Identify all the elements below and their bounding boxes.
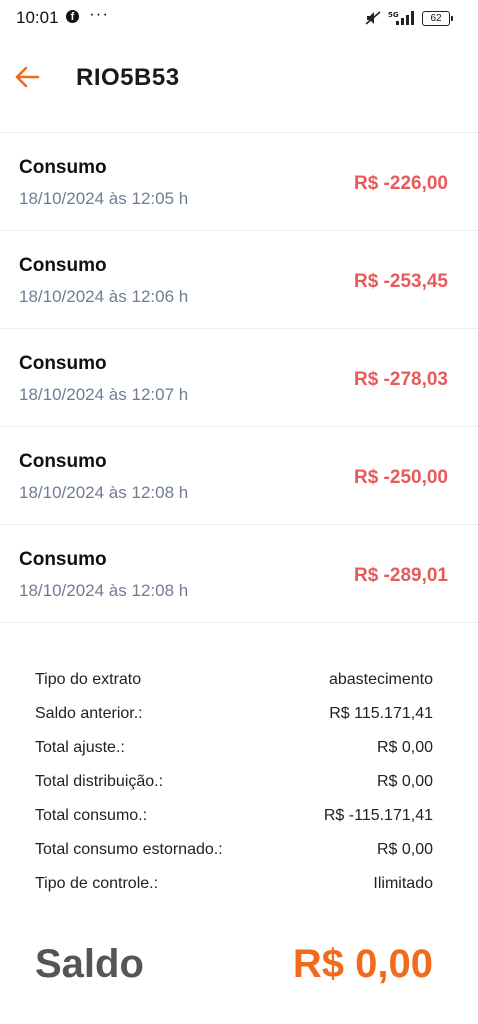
transaction-type: Consumo <box>19 255 107 276</box>
transaction-amount: R$ -253,45 <box>353 271 448 292</box>
summary-value: R$ 0,00 <box>376 739 433 756</box>
summary-row-total-consumption: Total consumo.: R$ -115.171,41 <box>35 804 433 838</box>
transaction-amount: R$ -226,00 <box>353 173 448 194</box>
page-title: RIO5B53 <box>76 64 180 91</box>
summary-row-reversed-consumption: Total consumo estornado.: R$ 0,00 <box>35 838 433 872</box>
transaction-row[interactable]: Consumo 18/10/2024 às 12:06 h R$ -253,45 <box>0 231 478 329</box>
summary-label: Total consumo.: <box>35 807 148 824</box>
transaction-date: 18/10/2024 às 12:07 h <box>19 385 189 404</box>
summary-label: Tipo do extrato <box>35 671 142 688</box>
balance-value: R$ 0,00 <box>292 942 433 986</box>
summary-label: Tipo de controle.: <box>35 875 159 892</box>
facebook-icon: f <box>66 10 79 23</box>
summary-label: Total consumo estornado.: <box>35 841 223 858</box>
transaction-date: 18/10/2024 às 12:08 h <box>19 581 189 600</box>
transaction-type: Consumo <box>19 157 107 178</box>
signal-icon: 5G <box>388 10 416 26</box>
transaction-row[interactable]: Consumo 18/10/2024 às 12:05 h R$ -226,00 <box>0 133 478 231</box>
transaction-date: 18/10/2024 às 12:06 h <box>19 287 189 306</box>
statement-summary: Tipo do extrato abastecimento Saldo ante… <box>35 668 433 906</box>
summary-row-statement-type: Tipo do extrato abastecimento <box>35 668 433 702</box>
mute-icon <box>364 10 382 26</box>
transaction-type: Consumo <box>19 451 107 472</box>
summary-row-previous-balance: Saldo anterior.: R$ 115.171,41 <box>35 702 433 736</box>
transaction-amount: R$ -250,00 <box>353 467 448 488</box>
more-notifications-icon: ··· <box>89 4 109 23</box>
transaction-row[interactable]: Consumo 18/10/2024 às 12:08 h R$ -289,01 <box>0 525 478 623</box>
summary-value: R$ -115.171,41 <box>323 807 433 824</box>
summary-value: R$ 0,00 <box>376 841 433 858</box>
status-time: 10:01 <box>16 8 59 27</box>
summary-value: R$ 0,00 <box>376 773 433 790</box>
back-button[interactable] <box>10 60 44 94</box>
summary-row-total-adjustment: Total ajuste.: R$ 0,00 <box>35 736 433 770</box>
summary-label: Saldo anterior.: <box>35 705 143 722</box>
transaction-type: Consumo <box>19 353 107 374</box>
transaction-amount: R$ -289,01 <box>353 565 448 586</box>
network-label: 5G <box>388 11 399 19</box>
battery-icon: 62 <box>422 10 453 26</box>
summary-row-control-type: Tipo de controle.: Ilimitado <box>35 872 433 906</box>
status-icons: 5G 62 <box>364 9 453 27</box>
summary-value: Ilimitado <box>373 875 433 892</box>
summary-value: R$ 115.171,41 <box>329 705 433 722</box>
balance-label: Saldo <box>35 942 144 986</box>
transaction-date: 18/10/2024 às 12:05 h <box>19 189 189 208</box>
summary-label: Total ajuste.: <box>35 739 125 756</box>
arrow-left-icon <box>15 66 40 88</box>
status-bar: 10:01 f ··· 5G 62 <box>0 0 478 36</box>
transaction-amount: R$ -278,03 <box>353 369 448 390</box>
transaction-list: Consumo 18/10/2024 às 12:05 h R$ -226,00… <box>0 132 478 623</box>
app-header: RIO5B53 <box>0 44 478 108</box>
summary-row-total-distribution: Total distribuição.: R$ 0,00 <box>35 770 433 804</box>
transaction-row[interactable]: Consumo 18/10/2024 às 12:07 h R$ -278,03 <box>0 329 478 427</box>
statement-screen: 10:01 f ··· 5G 62 RIO5B53 Consumo 18/10/… <box>0 0 478 1024</box>
transaction-type: Consumo <box>19 549 107 570</box>
transaction-row[interactable]: Consumo 18/10/2024 às 12:08 h R$ -250,00 <box>0 427 478 525</box>
summary-value: abastecimento <box>328 671 433 688</box>
transaction-date: 18/10/2024 às 12:08 h <box>19 483 189 502</box>
summary-label: Total distribuição.: <box>35 773 164 790</box>
